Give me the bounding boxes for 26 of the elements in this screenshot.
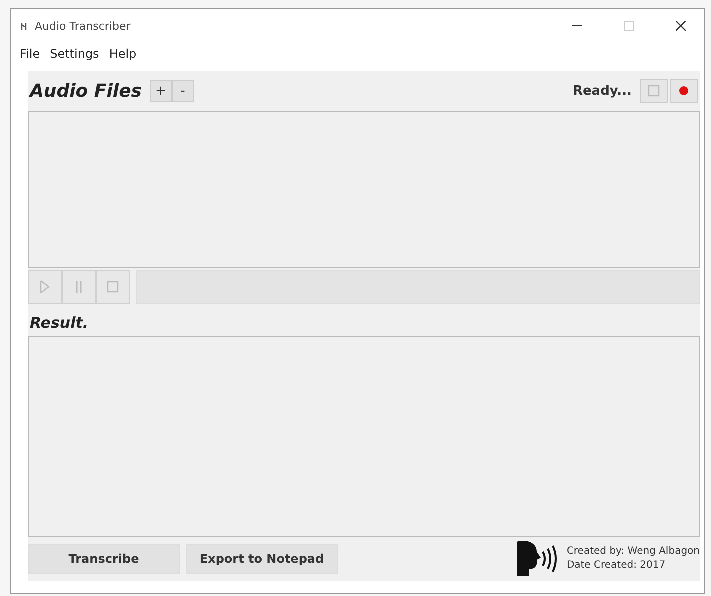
file-list[interactable]: [28, 111, 700, 268]
credit-text: Created by: Weng Albagon: [566, 545, 700, 559]
pause-icon: [74, 280, 84, 294]
close-icon: [676, 21, 686, 31]
menu-item[interactable]: File: [15, 47, 46, 61]
stop-icon: [107, 281, 119, 293]
section-title: Audio Files: [30, 80, 142, 102]
window-title: Audio Transcriber: [35, 20, 131, 32]
menu-item[interactable]: Settings: [45, 47, 104, 61]
status-text: Ready...: [572, 84, 632, 98]
record-button[interactable]: [670, 79, 698, 103]
record-icon: [679, 86, 689, 96]
progress-track[interactable]: [136, 270, 700, 304]
menu-item[interactable]: Help: [104, 47, 142, 61]
remove-button[interactable]: -: [172, 80, 194, 102]
play-icon: [39, 280, 51, 294]
section-title: Result.: [30, 314, 90, 332]
add-button[interactable]: +: [150, 80, 172, 102]
stop-icon: [648, 85, 660, 97]
app-icon: [21, 22, 29, 30]
credit-text: Date Created: 2017: [566, 559, 667, 573]
action-button[interactable]: Transcribe: [28, 544, 180, 574]
result-box[interactable]: [28, 336, 700, 537]
minimize-icon: [572, 25, 582, 27]
action-button[interactable]: Export to Notepad: [186, 544, 338, 574]
maximize-icon: [624, 21, 634, 31]
